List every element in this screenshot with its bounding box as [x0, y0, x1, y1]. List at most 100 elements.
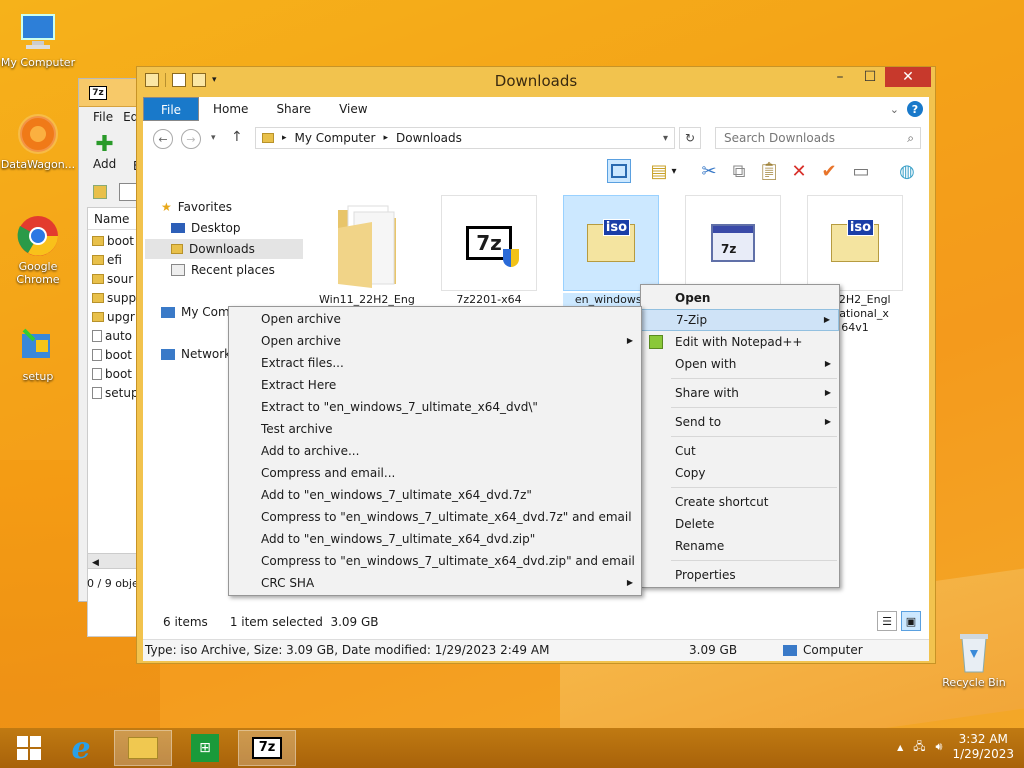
taskbar-file-explorer[interactable]	[114, 730, 172, 766]
menu-item-open-with[interactable]: Open with ▶	[641, 353, 839, 375]
iso-file-icon: iso	[807, 195, 903, 291]
breadcrumb-my-computer[interactable]: My Computer	[295, 131, 376, 145]
breadcrumb-sep-icon[interactable]: ▸	[383, 133, 388, 143]
ribbon-tabs: File Home Share View ⌄ ?	[143, 97, 929, 121]
scroll-left-arrow-icon[interactable]: ◀	[88, 558, 99, 568]
nav-recent-places[interactable]: Recent places	[167, 260, 279, 280]
minimize-button[interactable]: –	[825, 67, 855, 87]
close-button[interactable]: ✕	[885, 67, 931, 87]
nav-my-computer[interactable]: My Com	[157, 302, 234, 322]
nav-desktop[interactable]: Desktop	[167, 218, 245, 238]
submenu-item-add-to-zip[interactable]: Add to "en_windows_7_ultimate_x64_dvd.zi…	[229, 528, 641, 550]
start-button[interactable]	[0, 730, 58, 766]
select-dropdown-icon[interactable]: ▾	[667, 159, 681, 183]
tab-file[interactable]: File	[143, 97, 199, 121]
submenu-item-test-archive[interactable]: Test archive	[229, 418, 641, 440]
menu-item-delete[interactable]: Delete	[641, 513, 839, 535]
desktop-icon-my-computer[interactable]: My Computer	[0, 10, 76, 69]
forward-button[interactable]: →	[181, 129, 201, 149]
desktop-icon-recycle-bin[interactable]: Recycle Bin	[936, 630, 1012, 689]
preview-pane-icon[interactable]	[607, 159, 631, 183]
globe-icon[interactable]: ◍	[895, 159, 919, 183]
maximize-button[interactable]: ☐	[855, 67, 885, 87]
network-tray-icon[interactable]: 🖧︎	[913, 738, 925, 757]
recent-locations-icon[interactable]: ▾	[211, 133, 216, 143]
details-bar: Type: iso Archive, Size: 3.09 GB, Date m…	[143, 639, 929, 661]
submenu-item-crc-sha[interactable]: CRC SHA ▶	[229, 572, 641, 594]
ribbon-expand-icon[interactable]: ⌄	[890, 103, 899, 116]
nav-favorites[interactable]: ★ Favorites	[157, 197, 236, 217]
properties-icon[interactable]: ▭	[849, 159, 873, 183]
folder-icon	[319, 195, 415, 291]
file-tile-folder[interactable]: Win11_22H2_Engl	[319, 195, 415, 307]
copy-icon[interactable]: ⧉	[727, 159, 751, 183]
menu-item-share-with[interactable]: Share with ▶	[641, 382, 839, 404]
shield-icon	[503, 249, 519, 267]
details-location-text: Computer	[803, 643, 863, 657]
submenu-item-compress-zip-email[interactable]: Compress to "en_windows_7_ultimate_x64_d…	[229, 550, 641, 572]
cut-icon[interactable]: ✂	[697, 159, 721, 183]
submenu-item-extract-here[interactable]: Extract Here	[229, 374, 641, 396]
details-view-icon[interactable]: ☰	[877, 611, 897, 631]
refresh-button[interactable]: ↻	[679, 127, 701, 149]
large-icons-view-icon[interactable]: ▣	[901, 611, 921, 631]
sevenzip-add-button[interactable]: ✚ Add	[93, 133, 116, 172]
desktop-icon-chrome[interactable]: Google Chrome	[0, 214, 76, 286]
clock[interactable]: 3:32 AM 1/29/2023	[952, 732, 1014, 762]
menu-file[interactable]: File	[93, 110, 113, 124]
volume-icon[interactable]: 🔊︎	[936, 740, 943, 754]
desktop-icon-datawagon[interactable]: DataWagon...	[0, 112, 76, 171]
up-button[interactable]: ↑	[231, 129, 243, 145]
menu-item-7zip[interactable]: 7-Zip ▶	[641, 309, 839, 331]
submenu-item-add-to-archive[interactable]: Add to archive...	[229, 440, 641, 462]
menu-item-properties[interactable]: Properties	[641, 564, 839, 586]
file-tile-installer[interactable]: 7z	[685, 195, 781, 293]
breadcrumb-sep-icon[interactable]: ▸	[282, 133, 287, 143]
desktop-icon-setup[interactable]: setup	[0, 324, 76, 383]
back-button[interactable]: ←	[153, 129, 173, 149]
breadcrumb-downloads[interactable]: Downloads	[396, 131, 462, 145]
nav-network[interactable]: Network	[157, 344, 235, 364]
submenu-item-extract-to[interactable]: Extract to "en_windows_7_ultimate_x64_dv…	[229, 396, 641, 418]
submenu-item-open-archive[interactable]: Open archive	[229, 308, 641, 330]
menu-item-create-shortcut[interactable]: Create shortcut	[641, 491, 839, 513]
address-dropdown-icon[interactable]: ▾	[663, 133, 668, 144]
menu-item-open[interactable]: Open	[641, 287, 839, 309]
help-icon[interactable]: ?	[907, 101, 923, 117]
search-input[interactable]: Search Downloads ⌕	[715, 127, 921, 149]
tab-home[interactable]: Home	[199, 97, 262, 121]
rename-check-icon[interactable]: ✔	[817, 159, 841, 183]
delete-icon[interactable]: ✕	[787, 159, 811, 183]
context-menu: Open 7-Zip ▶ Edit with Notepad++ Open wit…	[640, 284, 840, 588]
submenu-item-extract-files[interactable]: Extract files...	[229, 352, 641, 374]
up-folder-icon[interactable]	[93, 185, 107, 199]
taskbar-internet-explorer[interactable]: e	[52, 730, 110, 766]
show-hidden-icons-icon[interactable]: ▲	[897, 743, 903, 752]
folder-icon	[92, 235, 104, 246]
recycle-bin-icon	[952, 630, 996, 674]
menu-item-edit-notepad[interactable]: Edit with Notepad++	[641, 331, 839, 353]
menu-separator	[671, 436, 837, 437]
menu-item-send-to[interactable]: Send to ▶	[641, 411, 839, 433]
network-icon	[161, 348, 175, 360]
menu-item-cut[interactable]: Cut	[641, 440, 839, 462]
tab-share[interactable]: Share	[262, 97, 325, 121]
file-tile-7z-installer[interactable]: 7z 7z2201-x64	[441, 195, 537, 307]
taskbar-7zip[interactable]: 7z	[238, 730, 296, 766]
status-item-count: 6 items	[163, 615, 208, 629]
tab-view[interactable]: View	[325, 97, 381, 121]
explorer-titlebar[interactable]: ▾ Downloads – ☐ ✕	[137, 67, 935, 95]
computer-icon	[16, 10, 60, 54]
menu-item-rename[interactable]: Rename	[641, 535, 839, 557]
desktop-icon	[171, 223, 185, 233]
submenu-item-add-to-7z[interactable]: Add to "en_windows_7_ultimate_x64_dvd.7z…	[229, 484, 641, 506]
menu-item-copy[interactable]: Copy	[641, 462, 839, 484]
address-breadcrumb[interactable]: ▸ My Computer ▸ Downloads ▾	[255, 127, 675, 149]
taskbar-store[interactable]: ⊞	[176, 730, 234, 766]
submenu-item-open-archive-with[interactable]: Open archive ▶	[229, 330, 641, 352]
submenu-item-compress-7z-email[interactable]: Compress to "en_windows_7_ultimate_x64_d…	[229, 506, 641, 528]
menu-separator	[671, 560, 837, 561]
paste-icon[interactable]: 📋︎	[757, 159, 781, 183]
submenu-item-compress-email[interactable]: Compress and email...	[229, 462, 641, 484]
nav-downloads[interactable]: Downloads	[145, 239, 303, 259]
